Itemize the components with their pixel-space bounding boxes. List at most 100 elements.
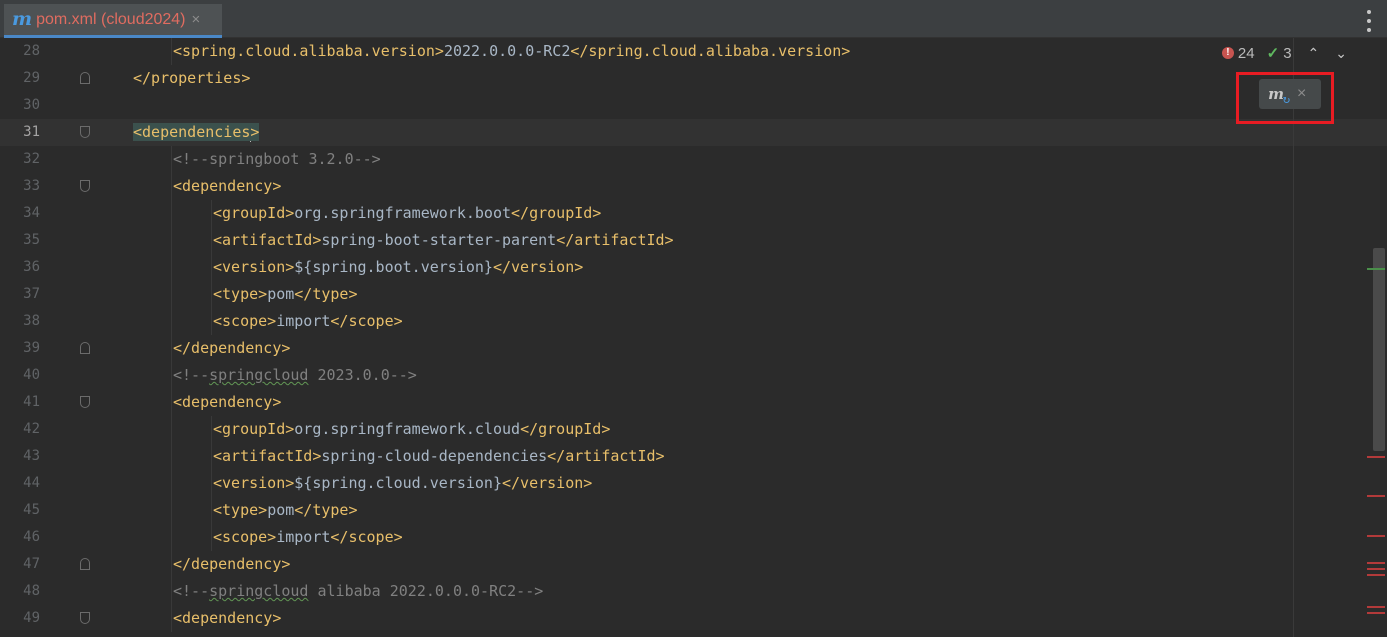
code-line[interactable]: 40 <!--springcloud 2023.0.0--> xyxy=(0,362,1387,389)
error-marker[interactable] xyxy=(1367,606,1385,608)
code-line[interactable]: 41 <dependency> xyxy=(0,389,1387,416)
fold-end-icon[interactable] xyxy=(80,558,90,570)
xml-tag: </groupId> xyxy=(511,204,602,222)
code-text: <version>${spring.boot.version}</version… xyxy=(213,254,583,281)
error-count: 24 xyxy=(1237,44,1255,62)
xml-value: 2022.0.0.0-RC2 xyxy=(443,42,571,60)
xml-tag: </type> xyxy=(294,285,358,303)
indent-guide xyxy=(171,470,172,497)
fold-collapse-icon[interactable] xyxy=(80,126,90,138)
xml-tag: </type> xyxy=(294,501,358,519)
error-marker[interactable] xyxy=(1367,495,1385,497)
indent-guide xyxy=(171,308,172,335)
indent-guide xyxy=(171,173,172,200)
code-text: <spring.cloud.alibaba.version>2022.0.0.0… xyxy=(173,38,850,65)
code-line[interactable]: 44 <version>${spring.cloud.version}</vers… xyxy=(0,470,1387,497)
code-line[interactable]: 38 <scope>import</scope> xyxy=(0,308,1387,335)
code-line[interactable]: 28 <spring.cloud.alibaba.version>2022.0.0… xyxy=(0,38,1387,65)
previous-highlight-icon[interactable]: ⌃ xyxy=(1308,45,1320,62)
error-marker[interactable] xyxy=(1367,456,1385,458)
code-line[interactable]: 49 <dependency> xyxy=(0,605,1387,632)
code-line[interactable]: 42 <groupId>org.springframework.cloud</gr… xyxy=(0,416,1387,443)
more-options-icon[interactable] xyxy=(1359,10,1379,32)
xml-tag: <version> xyxy=(213,474,295,492)
vertical-scrollbar-thumb[interactable] xyxy=(1373,248,1385,451)
fold-collapse-icon[interactable] xyxy=(80,612,90,624)
code-line[interactable]: 39 </dependency> xyxy=(0,335,1387,362)
indent-guide xyxy=(211,308,212,335)
code-text: </dependency> xyxy=(173,551,290,578)
code-line[interactable]: 33 <dependency> xyxy=(0,173,1387,200)
xml-comment: 2023.0.0--> xyxy=(308,366,417,384)
xml-value: ${spring.boot.version} xyxy=(294,258,493,276)
code-line[interactable]: 46 <scope>import</scope> xyxy=(0,524,1387,551)
error-marker[interactable] xyxy=(1367,568,1385,570)
indent-guide xyxy=(171,551,172,578)
code-text: <!--springcloud 2023.0.0--> xyxy=(173,362,417,389)
code-line[interactable]: 43 <artifactId>spring-cloud-dependencies<… xyxy=(0,443,1387,470)
fold-collapse-icon[interactable] xyxy=(80,180,90,192)
maven-m-icon: m xyxy=(12,8,33,30)
code-line[interactable]: 34 <groupId>org.springframework.boot</gro… xyxy=(0,200,1387,227)
code-text: </dependency> xyxy=(173,335,290,362)
code-text: <!--springcloud alibaba 2022.0.0.0-RC2--… xyxy=(173,578,543,605)
code-text: <dependency> xyxy=(173,389,281,416)
inspection-widget[interactable]: ! 24 ✓ 3 ⌃ ⌄ xyxy=(1221,44,1347,62)
error-marker[interactable] xyxy=(1367,535,1385,537)
code-line[interactable]: 37 <type>pom</type> xyxy=(0,281,1387,308)
fold-end-icon[interactable] xyxy=(80,72,90,84)
line-number: 39 xyxy=(23,340,40,356)
fold-end-icon[interactable] xyxy=(80,342,90,354)
indent-guide xyxy=(211,254,212,281)
code-line[interactable]: 47 </dependency> xyxy=(0,551,1387,578)
line-number: 45 xyxy=(23,502,40,518)
xml-value: pom xyxy=(267,285,295,303)
next-highlight-icon[interactable]: ⌄ xyxy=(1335,45,1347,62)
code-line[interactable]: 36 <version>${spring.boot.version}</versi… xyxy=(0,254,1387,281)
editor-tab-bar: m pom.xml (cloud2024) × xyxy=(0,0,1387,38)
indent-guide xyxy=(171,227,172,254)
maven-reload-popup: m ↻ × xyxy=(1259,79,1321,109)
xml-tag: <artifactId> xyxy=(213,231,322,249)
code-line[interactable]: 45 <type>pom</type> xyxy=(0,497,1387,524)
close-icon[interactable]: × xyxy=(192,11,201,28)
code-line[interactable]: 30 xyxy=(0,92,1387,119)
line-number: 37 xyxy=(23,286,40,302)
tab-pom-xml[interactable]: m pom.xml (cloud2024) × xyxy=(4,4,222,38)
line-number: 43 xyxy=(23,448,40,464)
change-marker[interactable] xyxy=(1367,268,1385,270)
indent-guide xyxy=(171,416,172,443)
code-line[interactable]: 48 <!--springcloud alibaba 2022.0.0.0-RC2… xyxy=(0,578,1387,605)
code-line[interactable]: 31 <dependencies> xyxy=(0,119,1387,146)
error-marker[interactable] xyxy=(1367,612,1385,614)
error-marker[interactable] xyxy=(1367,574,1385,576)
xml-tag: </scope> xyxy=(330,312,403,330)
line-number: 41 xyxy=(23,394,40,410)
xml-tag: </spring.cloud.alibaba.version> xyxy=(570,42,851,60)
xml-tag: <groupId> xyxy=(213,204,295,222)
code-text: <version>${spring.cloud.version}</versio… xyxy=(213,470,592,497)
indent-guide xyxy=(211,470,212,497)
fold-collapse-icon[interactable] xyxy=(80,396,90,408)
indent-guide xyxy=(171,146,172,173)
line-number: 36 xyxy=(23,259,40,275)
code-line[interactable]: 29 </properties> xyxy=(0,65,1387,92)
xml-value: org.springframework.cloud xyxy=(294,420,521,438)
code-text: <scope>import</scope> xyxy=(213,524,403,551)
close-icon[interactable]: × xyxy=(1297,85,1306,103)
code-line[interactable]: 35 <artifactId>spring-boot-starter-parent… xyxy=(0,227,1387,254)
code-line[interactable]: 32 <!--springboot 3.2.0--> xyxy=(0,146,1387,173)
code-editor[interactable]: 28 <spring.cloud.alibaba.version>2022.0.0… xyxy=(0,38,1387,637)
code-text: <dependencies> xyxy=(133,119,260,146)
xml-tag: </properties> xyxy=(133,69,251,87)
line-number: 34 xyxy=(23,205,40,221)
xml-tag: <dependency> xyxy=(173,393,282,411)
indent-guide xyxy=(171,335,172,362)
code-text: <artifactId>spring-cloud-dependencies</a… xyxy=(213,443,665,470)
load-maven-changes-button[interactable]: m ↻ xyxy=(1259,79,1293,109)
error-icon: ! xyxy=(1221,47,1234,59)
indent-guide xyxy=(171,254,172,281)
error-marker[interactable] xyxy=(1367,562,1385,564)
xml-tag: <scope> xyxy=(213,312,277,330)
indent-guide xyxy=(171,200,172,227)
